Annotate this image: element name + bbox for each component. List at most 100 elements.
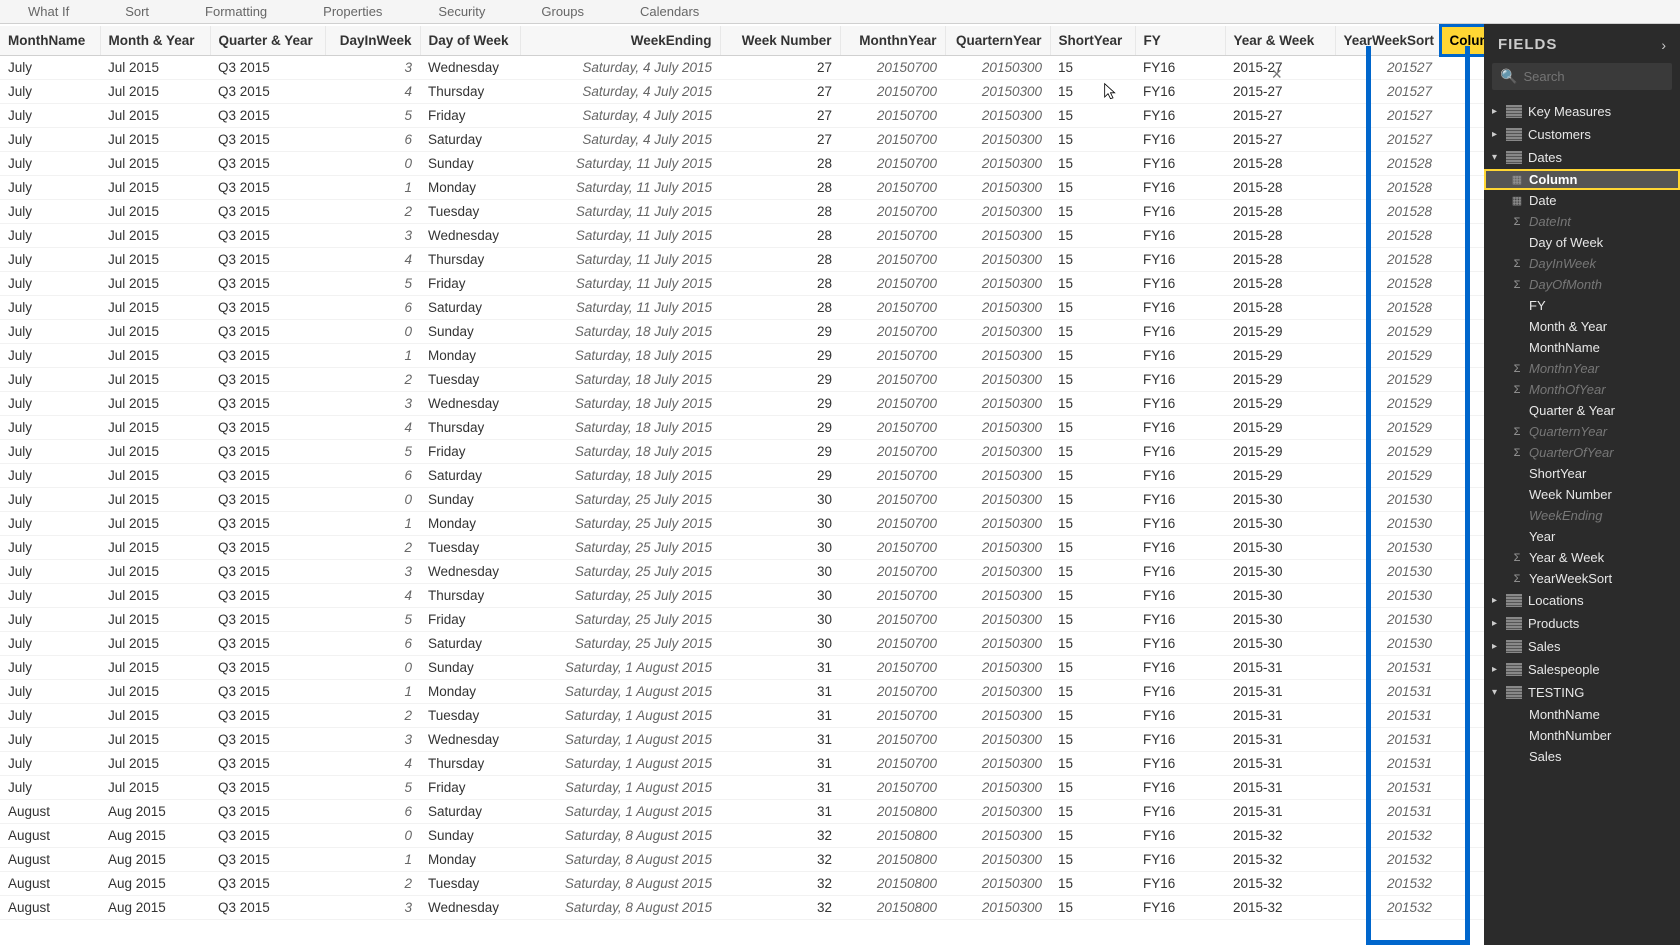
close-icon[interactable]: × xyxy=(1271,64,1282,85)
cell-yearweeksort[interactable]: 201531 xyxy=(1335,680,1440,704)
cell-quarteryear[interactable]: Q3 2015 xyxy=(210,584,325,608)
cell-weeknumber[interactable]: 28 xyxy=(720,224,840,248)
cell-monthname[interactable]: July xyxy=(0,704,100,728)
cell-yearweek[interactable]: 2015-28 xyxy=(1225,152,1335,176)
cell-monthname[interactable]: July xyxy=(0,176,100,200)
cell-weeknumber[interactable]: 30 xyxy=(720,560,840,584)
cell-dayinweek[interactable]: 5 xyxy=(325,608,420,632)
cell-quarteryear[interactable]: Q3 2015 xyxy=(210,104,325,128)
cell-quarternyear[interactable]: 20150300 xyxy=(945,416,1050,440)
cell-shortyear[interactable]: 15 xyxy=(1050,272,1135,296)
field-table-key-measures[interactable]: ▸Key Measures xyxy=(1484,100,1680,123)
cell-weeknumber[interactable]: 28 xyxy=(720,296,840,320)
cell-monthnyear[interactable]: 20150700 xyxy=(840,200,945,224)
cell-weeknumber[interactable]: 27 xyxy=(720,56,840,80)
cell-monthname[interactable]: July xyxy=(0,416,100,440)
cell-fy[interactable]: FY16 xyxy=(1135,608,1225,632)
cell-monthname[interactable]: July xyxy=(0,584,100,608)
cell-yearweek[interactable]: 2015-31 xyxy=(1225,704,1335,728)
cell-quarteryear[interactable]: Q3 2015 xyxy=(210,776,325,800)
cell-quarternyear[interactable]: 20150300 xyxy=(945,80,1050,104)
cell-dayofweek[interactable]: Sunday xyxy=(420,488,520,512)
cell-dayinweek[interactable]: 2 xyxy=(325,872,420,896)
cell-weeknumber[interactable]: 31 xyxy=(720,776,840,800)
cell-quarteryear[interactable]: Q3 2015 xyxy=(210,320,325,344)
cell-monthyear[interactable]: Jul 2015 xyxy=(100,704,210,728)
cell-weekending[interactable]: Saturday, 25 July 2015 xyxy=(520,536,720,560)
cell-column[interactable] xyxy=(1440,128,1484,152)
cell-yearweeksort[interactable]: 201532 xyxy=(1335,896,1440,920)
cell-monthname[interactable]: July xyxy=(0,608,100,632)
cell-weeknumber[interactable]: 29 xyxy=(720,392,840,416)
cell-dayofweek[interactable]: Thursday xyxy=(420,80,520,104)
cell-monthyear[interactable]: Jul 2015 xyxy=(100,104,210,128)
cell-yearweek[interactable]: 2015-31 xyxy=(1225,728,1335,752)
table-row[interactable]: JulyJul 2015Q3 20152TuesdaySaturday, 11 … xyxy=(0,200,1484,224)
cell-quarteryear[interactable]: Q3 2015 xyxy=(210,728,325,752)
cell-monthyear[interactable]: Jul 2015 xyxy=(100,416,210,440)
cell-monthnyear[interactable]: 20150700 xyxy=(840,368,945,392)
cell-dayinweek[interactable]: 0 xyxy=(325,824,420,848)
cell-weekending[interactable]: Saturday, 4 July 2015 xyxy=(520,56,720,80)
table-row[interactable]: JulyJul 2015Q3 20151MondaySaturday, 25 J… xyxy=(0,512,1484,536)
cell-quarternyear[interactable]: 20150300 xyxy=(945,200,1050,224)
cell-fy[interactable]: FY16 xyxy=(1135,80,1225,104)
field-column-quarternyear[interactable]: ΣQuarternYear xyxy=(1484,421,1680,442)
field-column-dateint[interactable]: ΣDateInt xyxy=(1484,211,1680,232)
cell-dayofweek[interactable]: Saturday xyxy=(420,296,520,320)
cell-monthyear[interactable]: Jul 2015 xyxy=(100,464,210,488)
cell-column[interactable] xyxy=(1440,656,1484,680)
cell-dayofweek[interactable]: Tuesday xyxy=(420,536,520,560)
cell-monthname[interactable]: July xyxy=(0,512,100,536)
cell-dayinweek[interactable]: 4 xyxy=(325,416,420,440)
cell-fy[interactable]: FY16 xyxy=(1135,704,1225,728)
cell-quarteryear[interactable]: Q3 2015 xyxy=(210,560,325,584)
cell-column[interactable] xyxy=(1440,224,1484,248)
cell-quarternyear[interactable]: 20150300 xyxy=(945,632,1050,656)
cell-dayofweek[interactable]: Sunday xyxy=(420,152,520,176)
cell-yearweek[interactable]: 2015-30 xyxy=(1225,584,1335,608)
cell-weeknumber[interactable]: 29 xyxy=(720,464,840,488)
cell-quarteryear[interactable]: Q3 2015 xyxy=(210,272,325,296)
field-table-products[interactable]: ▸Products xyxy=(1484,612,1680,635)
column-header-monthname[interactable]: MonthName xyxy=(0,26,100,56)
cell-dayinweek[interactable]: 3 xyxy=(325,392,420,416)
cell-shortyear[interactable]: 15 xyxy=(1050,872,1135,896)
table-row[interactable]: JulyJul 2015Q3 20150SundaySaturday, 18 J… xyxy=(0,320,1484,344)
cell-monthname[interactable]: July xyxy=(0,272,100,296)
cell-shortyear[interactable]: 15 xyxy=(1050,152,1135,176)
cell-dayinweek[interactable]: 1 xyxy=(325,176,420,200)
column-header-dayofweek[interactable]: Day of Week xyxy=(420,26,520,56)
cell-dayofweek[interactable]: Sunday xyxy=(420,824,520,848)
cell-monthnyear[interactable]: 20150700 xyxy=(840,392,945,416)
table-row[interactable]: JulyJul 2015Q3 20156SaturdaySaturday, 11… xyxy=(0,296,1484,320)
cell-yearweek[interactable]: 2015-31 xyxy=(1225,800,1335,824)
table-row[interactable]: JulyJul 2015Q3 20150SundaySaturday, 25 J… xyxy=(0,488,1484,512)
cell-monthname[interactable]: July xyxy=(0,368,100,392)
cell-column[interactable] xyxy=(1440,608,1484,632)
fields-panel-header[interactable]: FIELDS › xyxy=(1484,24,1680,63)
cell-yearweeksort[interactable]: 201531 xyxy=(1335,728,1440,752)
cell-column[interactable] xyxy=(1440,704,1484,728)
cell-column[interactable] xyxy=(1440,848,1484,872)
cell-quarteryear[interactable]: Q3 2015 xyxy=(210,152,325,176)
cell-monthyear[interactable]: Jul 2015 xyxy=(100,440,210,464)
cell-quarternyear[interactable]: 20150300 xyxy=(945,536,1050,560)
cell-yearweeksort[interactable]: 201528 xyxy=(1335,200,1440,224)
table-row[interactable]: JulyJul 2015Q3 20155FridaySaturday, 4 Ju… xyxy=(0,104,1484,128)
cell-dayofweek[interactable]: Friday xyxy=(420,776,520,800)
cell-quarternyear[interactable]: 20150300 xyxy=(945,272,1050,296)
cell-monthyear[interactable]: Jul 2015 xyxy=(100,80,210,104)
cell-quarternyear[interactable]: 20150300 xyxy=(945,800,1050,824)
cell-weekending[interactable]: Saturday, 4 July 2015 xyxy=(520,128,720,152)
cell-monthnyear[interactable]: 20150700 xyxy=(840,176,945,200)
cell-yearweek[interactable]: 2015-32 xyxy=(1225,848,1335,872)
cell-monthnyear[interactable]: 20150700 xyxy=(840,224,945,248)
cell-weekending[interactable]: Saturday, 11 July 2015 xyxy=(520,248,720,272)
cell-weekending[interactable]: Saturday, 8 August 2015 xyxy=(520,896,720,920)
table-row[interactable]: JulyJul 2015Q3 20152TuesdaySaturday, 18 … xyxy=(0,368,1484,392)
cell-dayinweek[interactable]: 5 xyxy=(325,104,420,128)
ribbon-security[interactable]: Security xyxy=(410,0,513,23)
cell-fy[interactable]: FY16 xyxy=(1135,824,1225,848)
cell-monthname[interactable]: July xyxy=(0,632,100,656)
